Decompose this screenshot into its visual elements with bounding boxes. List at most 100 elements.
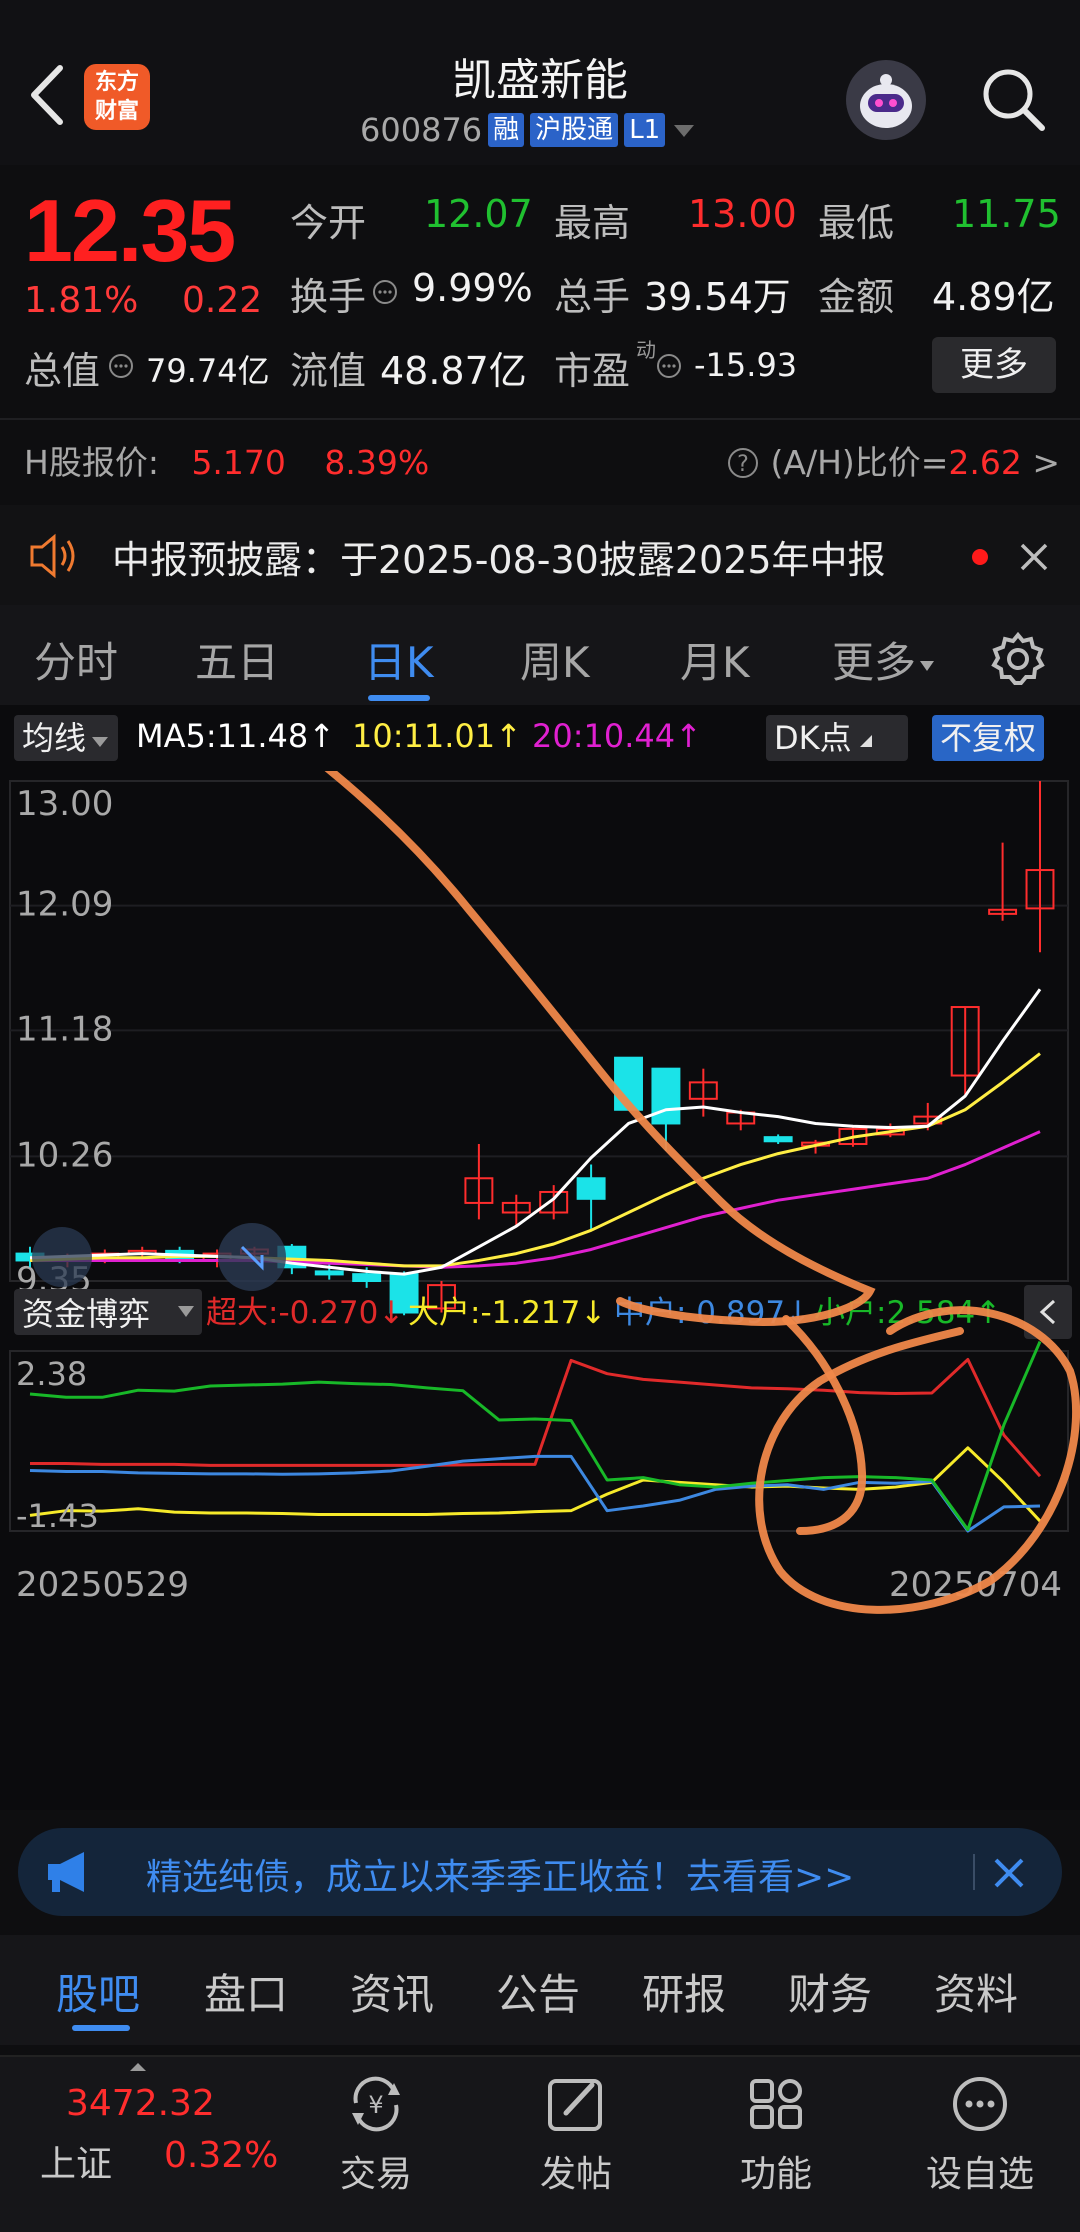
stock-code: 600876 (360, 111, 483, 149)
svg-text:¥: ¥ (368, 2091, 383, 2119)
grid-apps-icon (750, 2079, 802, 2129)
promo-banner[interactable]: 精选纯债，成立以来季季正收益！去看看>> (18, 1828, 1062, 1916)
assistant-avatar-icon[interactable] (846, 60, 926, 140)
tab-announcements[interactable]: 公告 (496, 1961, 580, 2022)
ma5-value: MA5:11.48↑ (136, 717, 336, 755)
index-value: 3472.32 (66, 2083, 215, 2124)
ma20-line (30, 1130, 1041, 1269)
open-label: 今开 (290, 201, 367, 245)
notice-text: 中报预披露：于2025-08-30披露2025年中报 (112, 538, 886, 582)
info-dots-icon[interactable] (656, 353, 682, 379)
tab-forum[interactable]: 股吧 (56, 1961, 140, 2022)
back-arrow-icon[interactable] (24, 60, 74, 130)
svg-text:?: ? (737, 452, 749, 477)
low-label: 最低 (818, 201, 895, 245)
chevron-down-icon (920, 661, 935, 671)
ah-ratio[interactable]: ? (A/H)比价=2.62 > (726, 436, 1060, 484)
index-pct: 0.32% (164, 2135, 279, 2176)
stock-code-row[interactable]: 600876 融 沪股通 L1 (360, 108, 697, 152)
total-value: 79.74亿 (146, 352, 270, 390)
chevron-up-icon (130, 2063, 146, 2071)
flow-selector-label: 资金博弈 (22, 1295, 150, 1333)
open-value: 12.07 (424, 192, 533, 236)
app-logo: 东方 财富 (84, 64, 150, 130)
level-tag: L1 (624, 113, 666, 147)
tab-news[interactable]: 资讯 (350, 1961, 434, 2022)
tab-research[interactable]: 研报 (642, 1961, 726, 2022)
amount-label: 金额 (818, 275, 895, 319)
dk-point-selector[interactable]: DK点 (766, 715, 908, 761)
adjust-toggle[interactable]: 不复权 (932, 715, 1045, 761)
nav-functions-label: 功能 (739, 2154, 812, 2195)
chevron-down-icon (674, 125, 695, 137)
change-amount: 0.22 (182, 280, 263, 321)
ah-ratio-value: 2.62 (948, 443, 1022, 482)
flow-line-3 (29, 1454, 1041, 1533)
price-tick-label: 12.09 (16, 885, 113, 925)
corner-triangle-icon (859, 735, 872, 747)
tab-order-book[interactable]: 盘口 (204, 1961, 288, 2022)
float-value: 48.87亿 (380, 349, 527, 393)
hk-quote-row[interactable]: H股报价: 5.170 8.39% (24, 436, 429, 484)
bottom-nav: 3472.32 上证 0.32% ¥ 交易 发帖 功能 设自选 (0, 2055, 1080, 2232)
nav-trade[interactable]: ¥ 交易 (306, 2073, 446, 2197)
flow-line-4 (29, 1340, 1042, 1532)
price-tick-label: 11.18 (16, 1009, 113, 1049)
tab-five-day[interactable]: 五日 (195, 629, 279, 690)
close-icon[interactable] (1018, 541, 1050, 573)
float-value-label: 流值 (290, 349, 367, 393)
tab-monthly-k[interactable]: 月K (680, 629, 750, 690)
tab-weekly-k[interactable]: 周K (520, 629, 590, 690)
divider (0, 418, 1080, 420)
marker-circle[interactable] (32, 1227, 92, 1287)
dk-point-label: DK点 (774, 719, 852, 757)
nav-add-watchlist[interactable]: 设自选 (910, 2073, 1050, 2197)
chevron-down-icon (92, 737, 109, 747)
flow-panel-frame (9, 1350, 1069, 1532)
pe-label: 市盈 (554, 349, 631, 393)
candle-body (576, 1177, 606, 1200)
search-icon[interactable] (978, 64, 1048, 134)
connect-tag: 沪股通 (530, 113, 619, 147)
info-tab-bar: 股吧 盘口 资讯 公告 研报 财务 资料 (0, 1935, 1080, 2045)
ma10-value: 10:11.01↑ (352, 717, 522, 755)
stock-name: 凯盛新能 (452, 55, 628, 106)
trade-yen-icon: ¥ (352, 2076, 400, 2132)
tab-profile[interactable]: 资料 (934, 1961, 1018, 2022)
info-dots-icon[interactable] (108, 353, 134, 379)
ma-selector[interactable]: 均线 (14, 715, 119, 761)
candle-body (651, 1067, 681, 1125)
tab-daily-k[interactable]: 日K (364, 629, 434, 690)
nav-post-label: 发帖 (539, 2154, 612, 2195)
high-label: 最高 (554, 201, 631, 245)
turnover-label: 换手 (290, 275, 367, 319)
close-icon[interactable] (992, 1856, 1026, 1890)
megaphone-icon (48, 1852, 84, 1892)
flow-super-value: 超大:-0.270↓ (206, 1295, 404, 1331)
nav-add-watchlist-label: 设自选 (925, 2154, 1034, 2195)
chart-panel[interactable]: 均线 MA5:11.48↑ 10:11.01↑ 20:10.44↑ DK点 不复… (0, 705, 1080, 1810)
active-tab-indicator (72, 2025, 130, 2031)
amount-value: 4.89亿 (932, 275, 1055, 319)
tab-more[interactable]: 更多 (832, 629, 936, 690)
nav-functions[interactable]: 功能 (706, 2073, 846, 2197)
edit-post-icon (548, 2079, 602, 2131)
tab-finance[interactable]: 财务 (788, 1961, 872, 2022)
hk-label: H股报价: (24, 443, 159, 482)
banner-divider (973, 1854, 975, 1890)
banner-text: 精选纯债，成立以来季季正收益！去看看>> (146, 1857, 855, 1898)
flow-tick-label: -1.43 (16, 1497, 99, 1535)
pe-sup: 动 (636, 338, 656, 362)
tab-more-label: 更多 (832, 638, 917, 687)
active-tab-indicator (368, 695, 430, 701)
notice-bar[interactable]: 中报预披露：于2025-08-30披露2025年中报 (0, 505, 1080, 605)
ma20-value: 20:10.44↑ (532, 717, 702, 755)
nav-trade-label: 交易 (339, 2154, 412, 2195)
kline-chart[interactable]: 13.0012.0911.1810.269.352.38-1.432025052… (0, 771, 1080, 1801)
tab-intraday[interactable]: 分时 (34, 629, 118, 690)
info-dots-icon[interactable] (372, 279, 398, 305)
ma-selector-label: 均线 (22, 719, 87, 757)
nav-post[interactable]: 发帖 (506, 2073, 646, 2197)
settings-gear-icon[interactable] (990, 631, 1046, 687)
more-button[interactable]: 更多 (932, 337, 1056, 393)
